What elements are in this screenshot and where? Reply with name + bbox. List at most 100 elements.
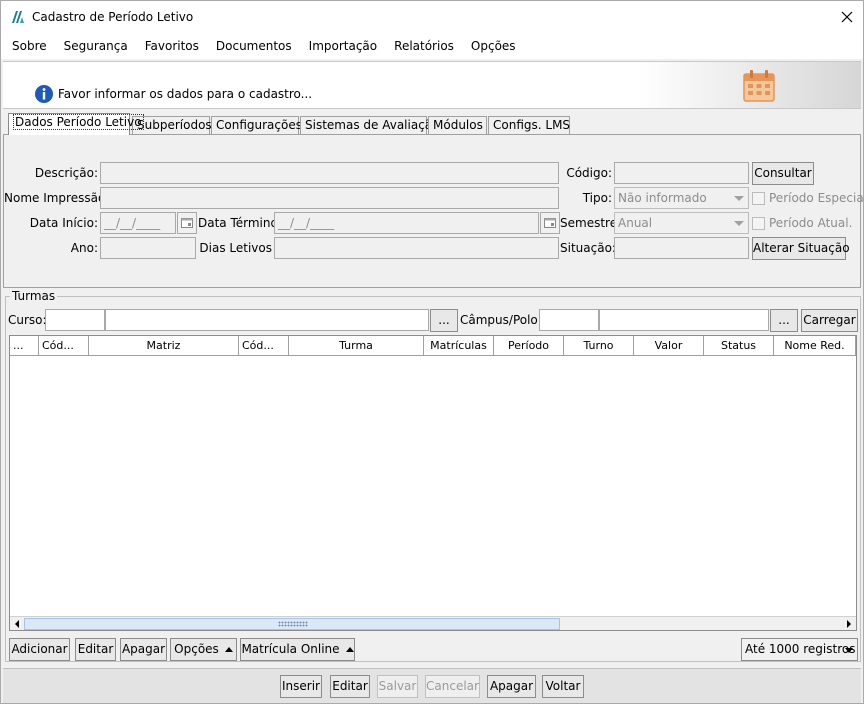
col-status[interactable]: Status [704, 336, 774, 356]
turmas-apagar-button[interactable]: Apagar [120, 638, 167, 661]
info-banner: Favor informar os dados para o cadastro.… [3, 61, 861, 109]
menu-opcoes[interactable]: Opções [463, 33, 524, 59]
col-nome-red[interactable]: Nome Red. [774, 336, 856, 356]
codigo-field[interactable] [614, 162, 749, 184]
turmas-editar-button[interactable]: Editar [75, 638, 116, 661]
tab-dados-periodo-letivo[interactable]: Dados Período Letivo [8, 113, 144, 135]
data-termino-field[interactable]: __/__/____ [274, 212, 539, 234]
curso-code-field[interactable] [45, 309, 105, 331]
horizontal-scrollbar[interactable] [10, 616, 856, 630]
dias-letivos-field[interactable] [274, 237, 559, 259]
semestre-select[interactable]: Anual [614, 212, 749, 234]
col-valor[interactable]: Valor [634, 336, 704, 356]
menu-importacao[interactable]: Importação [301, 33, 385, 59]
app-logo-icon [12, 11, 24, 23]
col-matriculas[interactable]: Matrículas [424, 336, 494, 356]
turmas-grid[interactable]: ... Cód... Matriz Cód... Turma Matrícula… [9, 335, 857, 631]
curso-label: Curso: [8, 313, 47, 327]
tab-modulos[interactable]: Módulos [428, 116, 487, 135]
editar-button[interactable]: Editar [330, 675, 370, 698]
chevron-right-icon [847, 619, 851, 628]
carregar-button[interactable]: Carregar [801, 309, 858, 332]
campus-lookup-button[interactable]: ... [770, 309, 798, 332]
chevron-down-icon [734, 221, 744, 226]
close-icon [841, 11, 853, 23]
col-select[interactable]: ... [10, 336, 39, 356]
col-turma[interactable]: Turma [289, 336, 424, 356]
curso-name-field[interactable] [105, 309, 429, 331]
menu-seguranca[interactable]: Segurança [56, 33, 136, 59]
banner-text: Favor informar os dados para o cadastro.… [58, 87, 313, 101]
curso-lookup-button[interactable]: ... [430, 309, 458, 332]
col-matriz[interactable]: Matriz [89, 336, 239, 356]
data-inicio-field[interactable]: __/__/____ [100, 212, 176, 234]
col-turno[interactable]: Turno [564, 336, 634, 356]
periodo-especial-checkbox[interactable]: Período Especial? [752, 191, 864, 205]
chevron-left-icon [15, 619, 19, 628]
periodo-atual-checkbox[interactable]: Período Atual. [752, 216, 852, 230]
title-bar: Cadastro de Período Letivo [1, 1, 863, 33]
campus-name-field[interactable] [599, 309, 769, 331]
menu-relatorios[interactable]: Relatórios [386, 33, 462, 59]
tab-panel-dados: Descrição: Código: Consultar Nome Impres… [3, 134, 864, 288]
tab-sistemas-de-avaliacao[interactable]: Sistemas de Avaliação [300, 116, 440, 135]
opcoes-dropdown-button[interactable]: Opções [170, 638, 237, 661]
col-cod-matriz[interactable]: Cód... [39, 336, 89, 356]
scroll-thumb[interactable] [24, 618, 560, 630]
periodo-atual-label: Período Atual. [769, 216, 853, 230]
tab-configs-lms[interactable]: Configs. LMS [488, 116, 570, 135]
turmas-group: Turmas Curso: ... Câmpus/Polo: ... Carre… [5, 289, 861, 662]
tab-subperiodos[interactable]: Subperíodos [132, 116, 212, 135]
checkbox-box [752, 191, 765, 205]
col-periodo[interactable]: Período [494, 336, 564, 356]
data-termino-label: Data Término: [198, 216, 282, 230]
data-inicio-label: Data Início: [29, 216, 98, 230]
adicionar-button[interactable]: Adicionar [9, 638, 70, 661]
inserir-button[interactable]: Inserir [280, 675, 322, 698]
menu-documentos[interactable]: Documentos [208, 33, 300, 59]
action-bar: Inserir Editar Salvar Cancelar Apagar Vo… [3, 668, 861, 703]
descricao-field[interactable] [100, 162, 559, 184]
apagar-button[interactable]: Apagar [487, 675, 536, 698]
checkbox-box [752, 216, 765, 230]
semestre-label: Semestre: [560, 216, 622, 230]
ano-label: Ano: [70, 241, 98, 255]
chevron-down-icon [734, 196, 744, 201]
nome-impressao-field[interactable] [100, 187, 559, 209]
data-inicio-calendar-button[interactable] [177, 212, 197, 234]
semestre-value: Anual [618, 216, 653, 230]
campus-code-field[interactable] [539, 309, 599, 331]
tab-strip: Dados Período Letivo Subperíodos Configu… [3, 113, 861, 135]
grid-header: ... Cód... Matriz Cód... Turma Matrícula… [10, 336, 856, 356]
menu-sobre[interactable]: Sobre [4, 33, 55, 59]
periodo-especial-label: Período Especial? [769, 191, 864, 205]
menu-favoritos[interactable]: Favoritos [137, 33, 207, 59]
scroll-right-button[interactable] [842, 617, 856, 630]
salvar-button[interactable]: Salvar [377, 675, 418, 698]
calendar-icon [743, 70, 775, 102]
codigo-label: Código: [566, 166, 612, 180]
matricula-online-label: Matrícula Online [241, 642, 340, 656]
consultar-button[interactable]: Consultar [752, 162, 814, 185]
close-button[interactable] [831, 1, 863, 33]
descricao-label: Descrição: [34, 166, 98, 180]
alterar-situacao-button[interactable]: Alterar Situação [752, 237, 850, 260]
opcoes-label: Opções [174, 642, 219, 656]
chevron-down-icon [845, 648, 853, 653]
data-termino-calendar-button[interactable] [540, 212, 560, 234]
scroll-left-button[interactable] [10, 617, 24, 630]
voltar-button[interactable]: Voltar [542, 675, 584, 698]
tab-configuracoes[interactable]: Configurações [211, 116, 302, 135]
calendar-small-icon [181, 218, 193, 228]
caret-up-icon [224, 647, 233, 652]
turmas-title: Turmas [10, 289, 58, 303]
menu-bar: Sobre Segurança Favoritos Documentos Imp… [1, 33, 863, 59]
registros-select[interactable]: Até 1000 registros [741, 638, 858, 661]
situacao-field[interactable] [614, 237, 749, 259]
cancelar-button[interactable]: Cancelar [425, 675, 480, 698]
ano-field[interactable] [100, 237, 196, 259]
matricula-online-button[interactable]: Matrícula Online [240, 638, 355, 661]
col-cod-turma[interactable]: Cód... [239, 336, 289, 356]
tipo-select[interactable]: Não informado [614, 187, 749, 209]
tipo-value: Não informado [618, 191, 707, 205]
